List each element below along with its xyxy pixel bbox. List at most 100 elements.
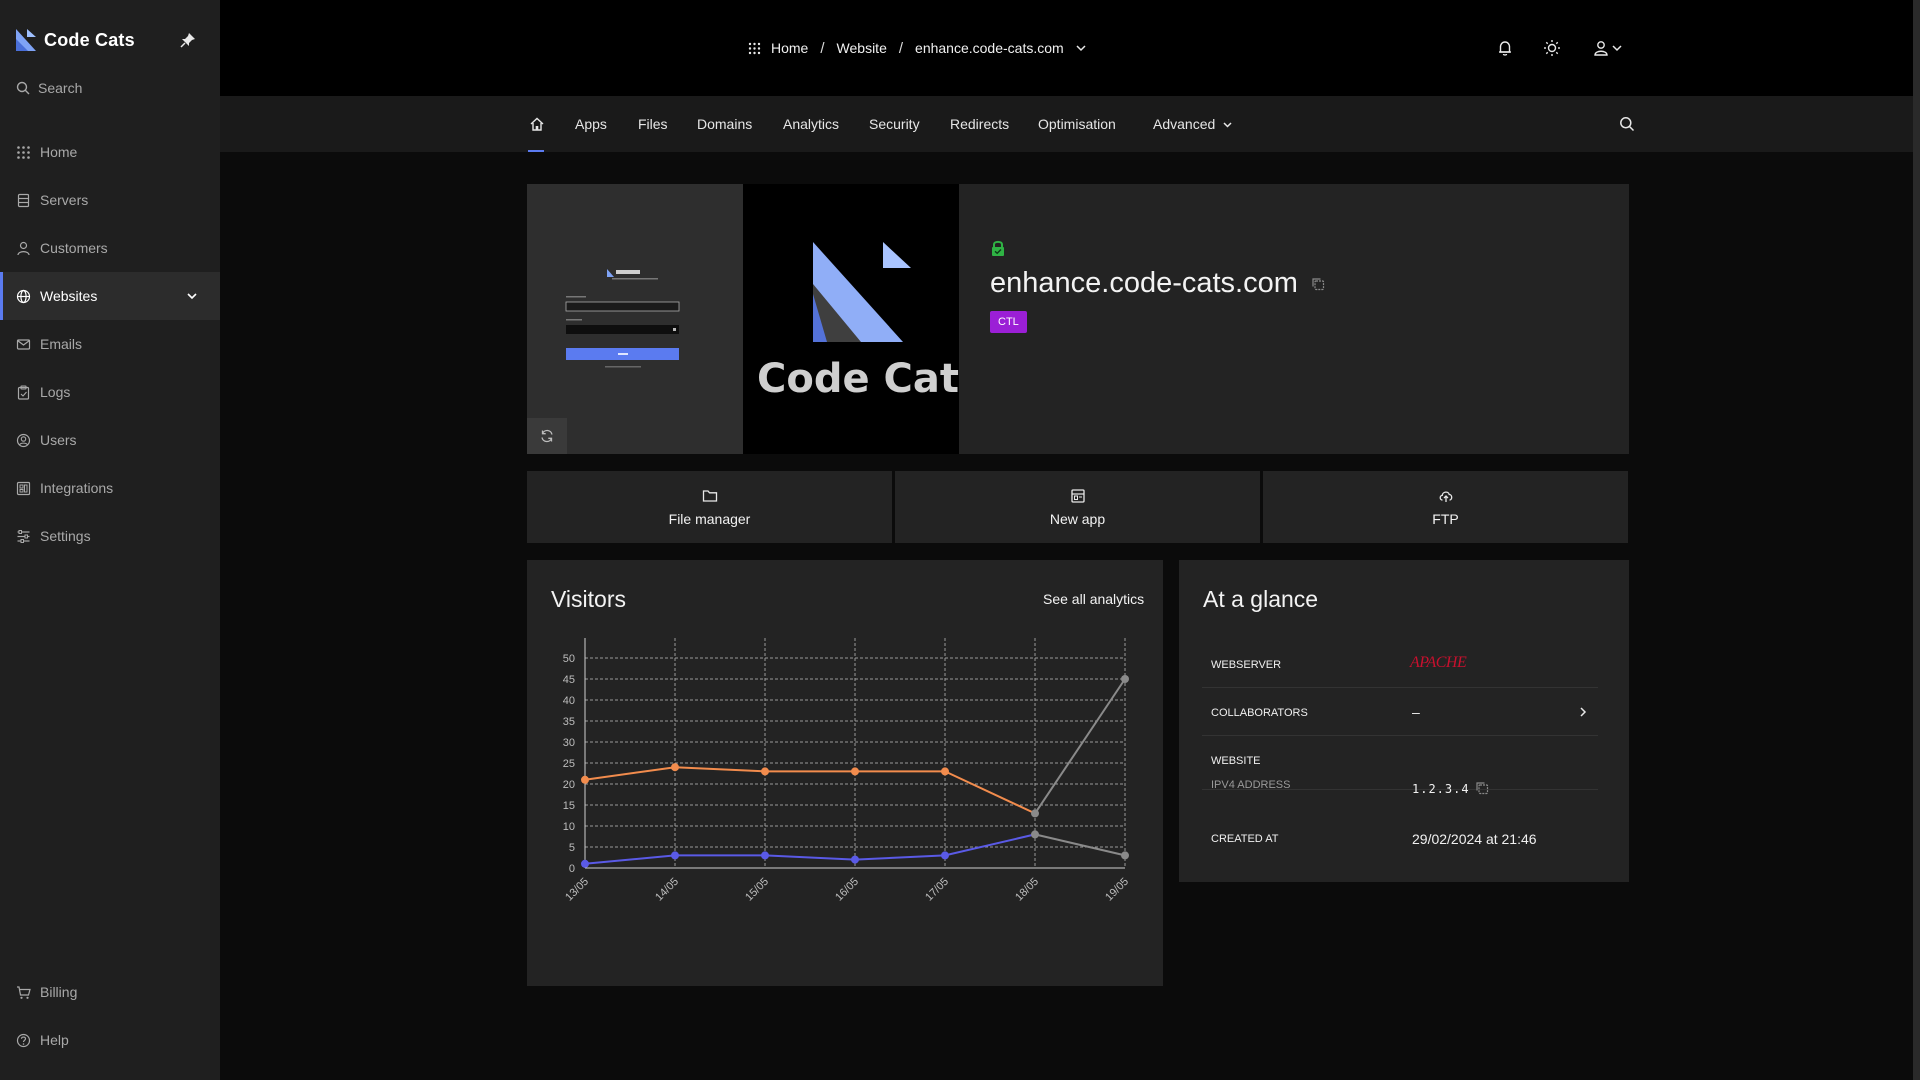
site-logo: Code Cats [743, 184, 959, 454]
copy-icon[interactable] [1475, 781, 1489, 795]
chevron-down-icon[interactable] [185, 289, 199, 303]
sidebar: Code Cats Search Home Servers Customers [0, 0, 220, 1080]
bell-icon[interactable] [1496, 39, 1514, 57]
search-icon [16, 81, 30, 95]
sidebar-item-websites[interactable]: Websites [0, 272, 220, 320]
logo-text: Code Cats [757, 356, 959, 402]
tab-optimisation[interactable]: Optimisation [1038, 96, 1116, 152]
chart-x-tick-label: 13/05 [563, 876, 591, 904]
chart-point [671, 763, 679, 772]
chevron-down-icon[interactable] [1074, 41, 1088, 55]
sun-icon[interactable] [1543, 39, 1561, 57]
chart-point [581, 775, 589, 784]
breadcrumb-current[interactable]: enhance.code-cats.com [915, 40, 1064, 56]
chart-x-tick-label: 18/05 [1013, 876, 1041, 904]
chart-series-line [1034, 833, 1126, 857]
chart-series-line [584, 766, 676, 781]
tab-analytics[interactable]: Analytics [783, 96, 839, 152]
chart-x-tick-label: 16/05 [833, 876, 861, 904]
tab-advanced[interactable]: Advanced [1153, 96, 1234, 152]
chart-y-tick-label: 0 [569, 863, 575, 875]
chart-y-tick-label: 20 [563, 779, 575, 791]
chart-y-tick-label: 50 [563, 653, 575, 665]
sidebar-item-help[interactable]: Help [0, 1016, 220, 1064]
collaborators-label: COLLABORATORS [1211, 707, 1308, 719]
file-manager-button[interactable]: File manager [527, 471, 892, 543]
cart-icon [17, 985, 31, 999]
site-info: enhance.code-cats.com CTL [990, 239, 1325, 333]
ftp-label: FTP [1432, 510, 1459, 527]
visitors-card: Visitors See all analytics 0 5 10 15 20 25 30 3… [527, 560, 1163, 986]
scrollbar[interactable] [1913, 0, 1920, 1080]
brand[interactable]: Code Cats [14, 26, 135, 54]
sidebar-search[interactable]: Search [16, 78, 82, 98]
ftp-button[interactable]: FTP [1263, 471, 1628, 543]
chevron-right-icon[interactable] [1577, 705, 1589, 719]
copy-icon[interactable] [1311, 277, 1325, 291]
chart-x-tick-label: 19/05 [1103, 876, 1131, 904]
collaborators-row[interactable]: COLLABORATORS – [1202, 688, 1598, 736]
webserver-label: WEBSERVER [1211, 659, 1282, 671]
chart-point [1121, 851, 1129, 860]
code-cats-logo-icon [16, 29, 36, 51]
grid-icon[interactable] [748, 42, 761, 55]
tab-redirects[interactable]: Redirects [950, 96, 1009, 152]
at-a-glance-title: At a glance [1203, 586, 1319, 612]
sidebar-item-label: Help [40, 1032, 69, 1048]
sidebar-item-users[interactable]: Users [0, 416, 220, 464]
chart-point [671, 851, 679, 860]
see-all-analytics-link[interactable]: See all analytics [1043, 591, 1144, 607]
breadcrumb-website[interactable]: Website [837, 40, 887, 56]
tab-domains[interactable]: Domains [697, 96, 752, 152]
refresh-screenshot-button[interactable] [527, 418, 567, 454]
ctl-badge: CTL [990, 311, 1027, 333]
breadcrumb-home[interactable]: Home [771, 40, 808, 56]
top-bar: Home / Website / enhance.code-cats.com [220, 0, 1920, 96]
website-screenshot-thumbnail[interactable] [527, 184, 743, 454]
tab-apps[interactable]: Apps [575, 96, 607, 152]
chart-x-tick-label: 15/05 [743, 876, 771, 904]
chart-point [1031, 830, 1039, 839]
chart-y-tick-label: 30 [563, 737, 575, 749]
tab-files[interactable]: Files [638, 96, 668, 152]
tab-home[interactable] [528, 96, 546, 152]
pin-icon[interactable] [180, 32, 196, 48]
lock-icon [992, 240, 1004, 256]
sidebar-item-logs[interactable]: Logs [0, 368, 220, 416]
chart-point [851, 767, 859, 776]
sidebar-item-label: Users [40, 432, 77, 448]
sidebar-item-servers[interactable]: Servers [0, 176, 220, 224]
tab-security[interactable]: Security [869, 96, 920, 152]
website-overview-panel: Code Cats enhance.code-cats.com CTL [527, 184, 1629, 454]
new-app-label: New app [1049, 510, 1106, 527]
grid-icon [17, 145, 30, 159]
chart-series-line [854, 854, 946, 861]
sidebar-item-settings[interactable]: Settings [0, 512, 220, 560]
search-icon[interactable] [1619, 116, 1635, 132]
account-menu[interactable] [1592, 39, 1624, 57]
user-circle-icon [16, 433, 31, 447]
sidebar-item-customers[interactable]: Customers [0, 224, 220, 272]
sidebar-item-integrations[interactable]: Integrations [0, 464, 220, 512]
sidebar-item-emails[interactable]: Emails [0, 320, 220, 368]
website-label: WEBSITE [1211, 755, 1261, 767]
home-icon [530, 117, 544, 131]
new-app-button[interactable]: New app [895, 471, 1260, 543]
sidebar-item-home[interactable]: Home [0, 128, 220, 176]
created-at-value: 29/02/2024 at 21:46 [1412, 831, 1537, 847]
chart-y-tick-label: 40 [563, 695, 575, 707]
person-icon [17, 241, 30, 255]
sidebar-item-billing[interactable]: Billing [0, 968, 220, 1016]
sidebar-item-label: Servers [40, 192, 89, 208]
chart-point [941, 851, 949, 860]
integrations-icon [16, 481, 31, 495]
chart-series-line [944, 833, 1036, 857]
user-icon [1594, 41, 1608, 56]
chart-point [1121, 675, 1129, 683]
chart-x-tick-label: 14/05 [653, 876, 681, 904]
chart-point [851, 855, 859, 864]
sidebar-item-label: Websites [40, 288, 98, 304]
tab-bar: Apps Files Domains Analytics Security Re… [220, 96, 1920, 152]
chart-point [761, 767, 769, 776]
chart-point [761, 851, 769, 860]
